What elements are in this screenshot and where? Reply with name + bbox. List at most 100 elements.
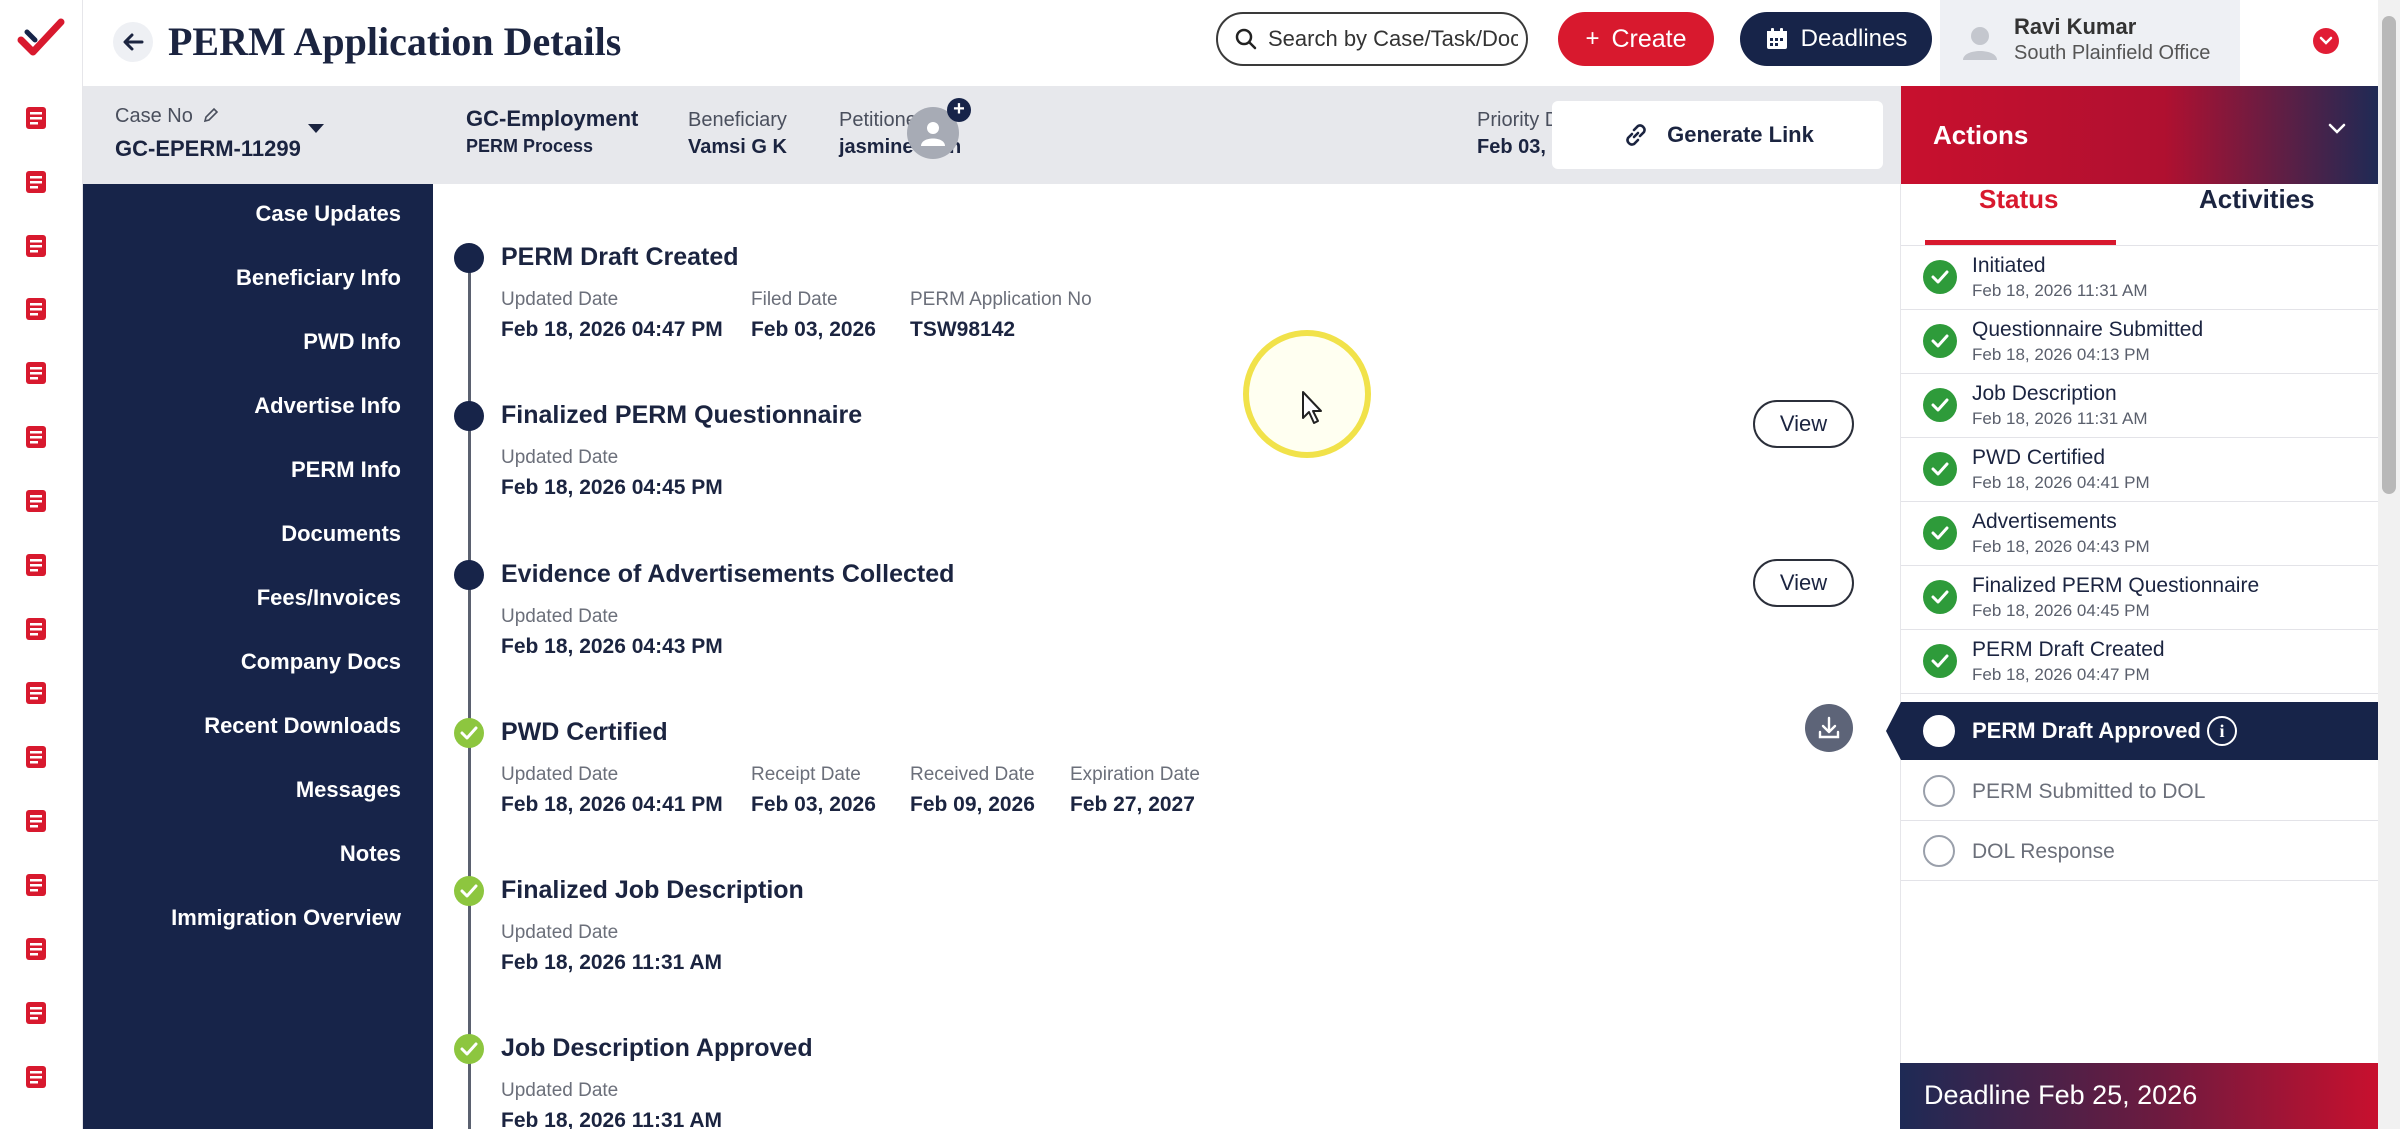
generate-link-label: Generate Link (1667, 122, 1814, 147)
section-nav-item[interactable]: PWD Info (303, 329, 401, 355)
check-circle-icon (1923, 516, 1957, 550)
timeline-field-label: Filed Date (751, 289, 838, 310)
tab-activities[interactable]: Activities (2199, 184, 2315, 215)
status-pending-item[interactable]: DOL Response (1901, 821, 2379, 881)
timeline-item-title: Finalized Job Description (501, 876, 804, 904)
user-menu-chevron-icon[interactable] (2313, 28, 2339, 54)
tab-status[interactable]: Status (1979, 184, 2058, 215)
add-petitioner-plus-icon[interactable]: + (947, 98, 971, 122)
actions-title: Actions (1933, 120, 2029, 150)
dashboard-icon[interactable] (21, 103, 51, 133)
mouse-cursor-icon (1302, 391, 1322, 424)
timeline-line (468, 244, 471, 1129)
status-pending-name: PERM Submitted to DOL (1972, 780, 2206, 803)
timeline-field-value: Feb 27, 2027 (1070, 793, 1195, 816)
actions-header[interactable]: Actions (1901, 86, 2379, 184)
case-type-sub: PERM Process (466, 136, 594, 156)
section-nav-item[interactable]: Company Docs (241, 649, 401, 675)
clipboard-icon[interactable] (21, 678, 51, 708)
report-icon[interactable] (21, 1062, 51, 1092)
file-settings-icon[interactable] (21, 294, 51, 324)
user-badge-icon[interactable] (21, 998, 51, 1028)
folder-icon[interactable] (21, 870, 51, 900)
status-name: PERM Draft Created (1972, 638, 2165, 661)
section-nav-item[interactable]: Notes (340, 841, 401, 867)
file-list-icon[interactable] (21, 231, 51, 261)
pencil-icon[interactable] (202, 106, 220, 124)
beneficiary-value[interactable]: Vamsi G K (688, 136, 787, 159)
status-item[interactable]: Job Description Feb 18, 2026 11:31 AM (1901, 374, 2379, 438)
status-item[interactable]: PWD Certified Feb 18, 2026 04:41 PM (1901, 438, 2379, 502)
app-logo-icon[interactable] (17, 18, 65, 60)
status-date: Feb 18, 2026 04:41 PM (1972, 473, 2150, 492)
status-item[interactable]: Finalized PERM Questionnaire Feb 18, 2026… (1901, 566, 2379, 630)
status-pending-name: DOL Response (1972, 840, 2115, 863)
scrollbar-thumb[interactable] (2382, 16, 2396, 494)
avatar-icon (1963, 27, 1997, 60)
page-scrollbar[interactable] (2378, 0, 2400, 1129)
check-circle-icon (1923, 580, 1957, 614)
section-nav-item[interactable]: Immigration Overview (171, 905, 401, 931)
status-item[interactable]: PERM Draft Created Feb 18, 2026 04:47 PM (1901, 630, 2379, 694)
view-button[interactable]: View (1753, 559, 1854, 607)
status-item[interactable]: Questionnaire Submitted Feb 18, 2026 04:1… (1901, 310, 2379, 374)
status-date: Feb 18, 2026 11:31 AM (1972, 281, 2148, 300)
view-button[interactable]: View (1753, 400, 1854, 448)
timeline-field-label: Updated Date (501, 289, 619, 310)
download-button[interactable] (1805, 704, 1853, 752)
check-circle-icon (1923, 388, 1957, 422)
chevron-down-icon[interactable] (2327, 122, 2347, 136)
arrow-left-icon (123, 33, 144, 51)
generate-link-button[interactable]: Generate Link (1552, 101, 1883, 169)
chat-icon[interactable] (21, 422, 51, 452)
file-check-icon[interactable] (21, 358, 51, 388)
timeline-field-label: Receipt Date (751, 764, 861, 785)
status-pending-item[interactable]: PERM Submitted to DOL (1901, 761, 2379, 821)
empty-circle-icon (1923, 775, 1955, 807)
section-nav-item[interactable]: PERM Info (291, 457, 401, 483)
info-icon[interactable]: i (2207, 716, 2237, 746)
edit-document-icon[interactable] (21, 550, 51, 580)
section-nav-item[interactable]: Fees/Invoices (257, 585, 401, 611)
receipt-icon[interactable] (21, 486, 51, 516)
status-name: Finalized PERM Questionnaire (1972, 574, 2260, 597)
create-label: Create (1611, 24, 1687, 53)
timeline-field-label: Received Date (910, 764, 1035, 785)
section-nav-item[interactable]: Messages (296, 777, 401, 803)
status-item[interactable]: Advertisements Feb 18, 2026 04:43 PM (1901, 502, 2379, 566)
step-complete-check-icon (454, 718, 484, 748)
timeline-field-value: Feb 18, 2026 04:47 PM (501, 318, 723, 341)
timeline-field-value: Feb 18, 2026 11:31 AM (501, 1109, 723, 1129)
user-office: South Plainfield Office (2014, 42, 2211, 64)
timeline-field-value: Feb 18, 2026 04:45 PM (501, 476, 723, 499)
deadlines-label: Deadlines (1800, 25, 1908, 52)
timeline-field-label: Updated Date (501, 1080, 619, 1101)
empty-circle-icon (1923, 835, 1955, 867)
search-input[interactable] (1268, 26, 1518, 52)
deadlines-button[interactable]: Deadlines (1740, 12, 1932, 66)
back-button[interactable] (113, 22, 153, 62)
users-icon[interactable] (21, 806, 51, 836)
search-box[interactable] (1216, 12, 1528, 66)
case-dropdown-chevron-icon[interactable] (308, 124, 324, 133)
user-profile[interactable]: Ravi Kumar South Plainfield Office (1940, 0, 2240, 86)
notes-icon[interactable] (21, 934, 51, 964)
user-icon[interactable] (21, 742, 51, 772)
check-circle-icon (1923, 644, 1957, 678)
check-circle-icon (1923, 260, 1957, 294)
section-nav-item[interactable]: Advertise Info (254, 393, 401, 419)
section-nav-item[interactable]: Documents (281, 521, 401, 547)
status-item[interactable]: Initiated Feb 18, 2026 11:31 AM (1901, 246, 2379, 310)
section-nav-item[interactable]: Beneficiary Info (236, 265, 401, 291)
timeline-field-label: PERM Application No (910, 289, 1092, 310)
document-icon[interactable] (21, 167, 51, 197)
deadline-text: Deadline Feb 25, 2026 (1924, 1080, 2198, 1110)
create-button[interactable]: + Create (1558, 12, 1714, 66)
step-node-icon (454, 243, 484, 273)
step-complete-check-icon (454, 1034, 484, 1064)
section-nav-item[interactable]: Recent Downloads (204, 713, 401, 739)
status-date: Feb 18, 2026 04:45 PM (1972, 601, 2150, 620)
section-nav-item[interactable]: Case Updates (255, 201, 401, 227)
briefcase-settings-icon[interactable] (21, 614, 51, 644)
status-current[interactable]: PERM Draft Approved i (1886, 702, 2379, 760)
